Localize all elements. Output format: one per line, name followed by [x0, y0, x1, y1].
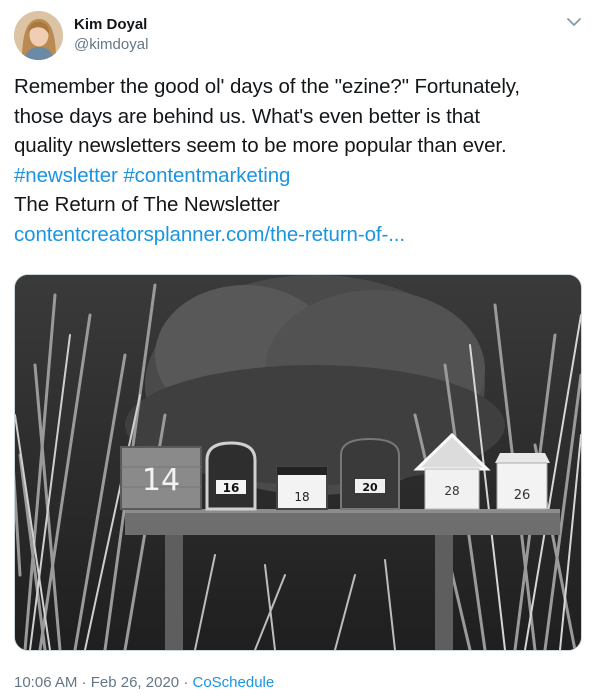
footer-separator: · [81, 674, 87, 691]
tweet-footer: 10:06 AM · Feb 26, 2020 · CoSchedule [14, 673, 274, 692]
link-url-line: contentcreatorsplanner.com/the-return-of… [14, 220, 584, 250]
hashtag-contentmarketing[interactable]: #contentmarketing [123, 164, 290, 187]
link-url[interactable]: contentcreatorsplanner.com/the-return-of… [14, 223, 405, 246]
hashtag-newsletter[interactable]: #newsletter [14, 164, 118, 187]
tweet-source[interactable]: CoSchedule [192, 674, 274, 691]
link-title: The Return of The Newsletter [14, 193, 280, 216]
mailboxes-photo: 14 16 18 20 28 26 [15, 275, 581, 650]
footer-separator: · [183, 674, 189, 691]
tweet-card: Kim Doyal @kimdoyal Remember the good ol… [0, 0, 596, 700]
mailbox-number-28: 28 [444, 484, 459, 498]
tweet-text: Remember the good ol' days of the "ezine… [14, 72, 584, 249]
tweet-date[interactable]: Feb 26, 2020 [91, 674, 179, 691]
avatar-photo [14, 11, 63, 60]
tweet-text-line: quality newsletters seem to be more popu… [14, 134, 507, 157]
hashtag-line: #newsletter #contentmarketing [14, 161, 584, 191]
user-handle[interactable]: @kimdoyal [74, 35, 148, 54]
mailbox-number-26: 26 [514, 488, 531, 503]
tweet-time[interactable]: 10:06 AM [14, 674, 77, 691]
mailbox-number-14: 14 [142, 463, 180, 498]
mailbox-number-16: 16 [223, 481, 240, 495]
tweet-text-line: those days are behind us. What's even be… [14, 104, 480, 128]
avatar[interactable] [14, 11, 63, 60]
mailbox-number-18: 18 [294, 490, 309, 504]
chevron-down-icon[interactable] [566, 16, 582, 28]
tweet-media-image[interactable]: 14 16 18 20 28 26 [14, 274, 582, 651]
display-name[interactable]: Kim Doyal [74, 15, 148, 34]
tweet-text-line: Remember the good ol' days of the "ezine… [14, 75, 521, 98]
mailbox-number-20: 20 [362, 481, 378, 494]
author-block: Kim Doyal @kimdoyal [74, 15, 148, 54]
